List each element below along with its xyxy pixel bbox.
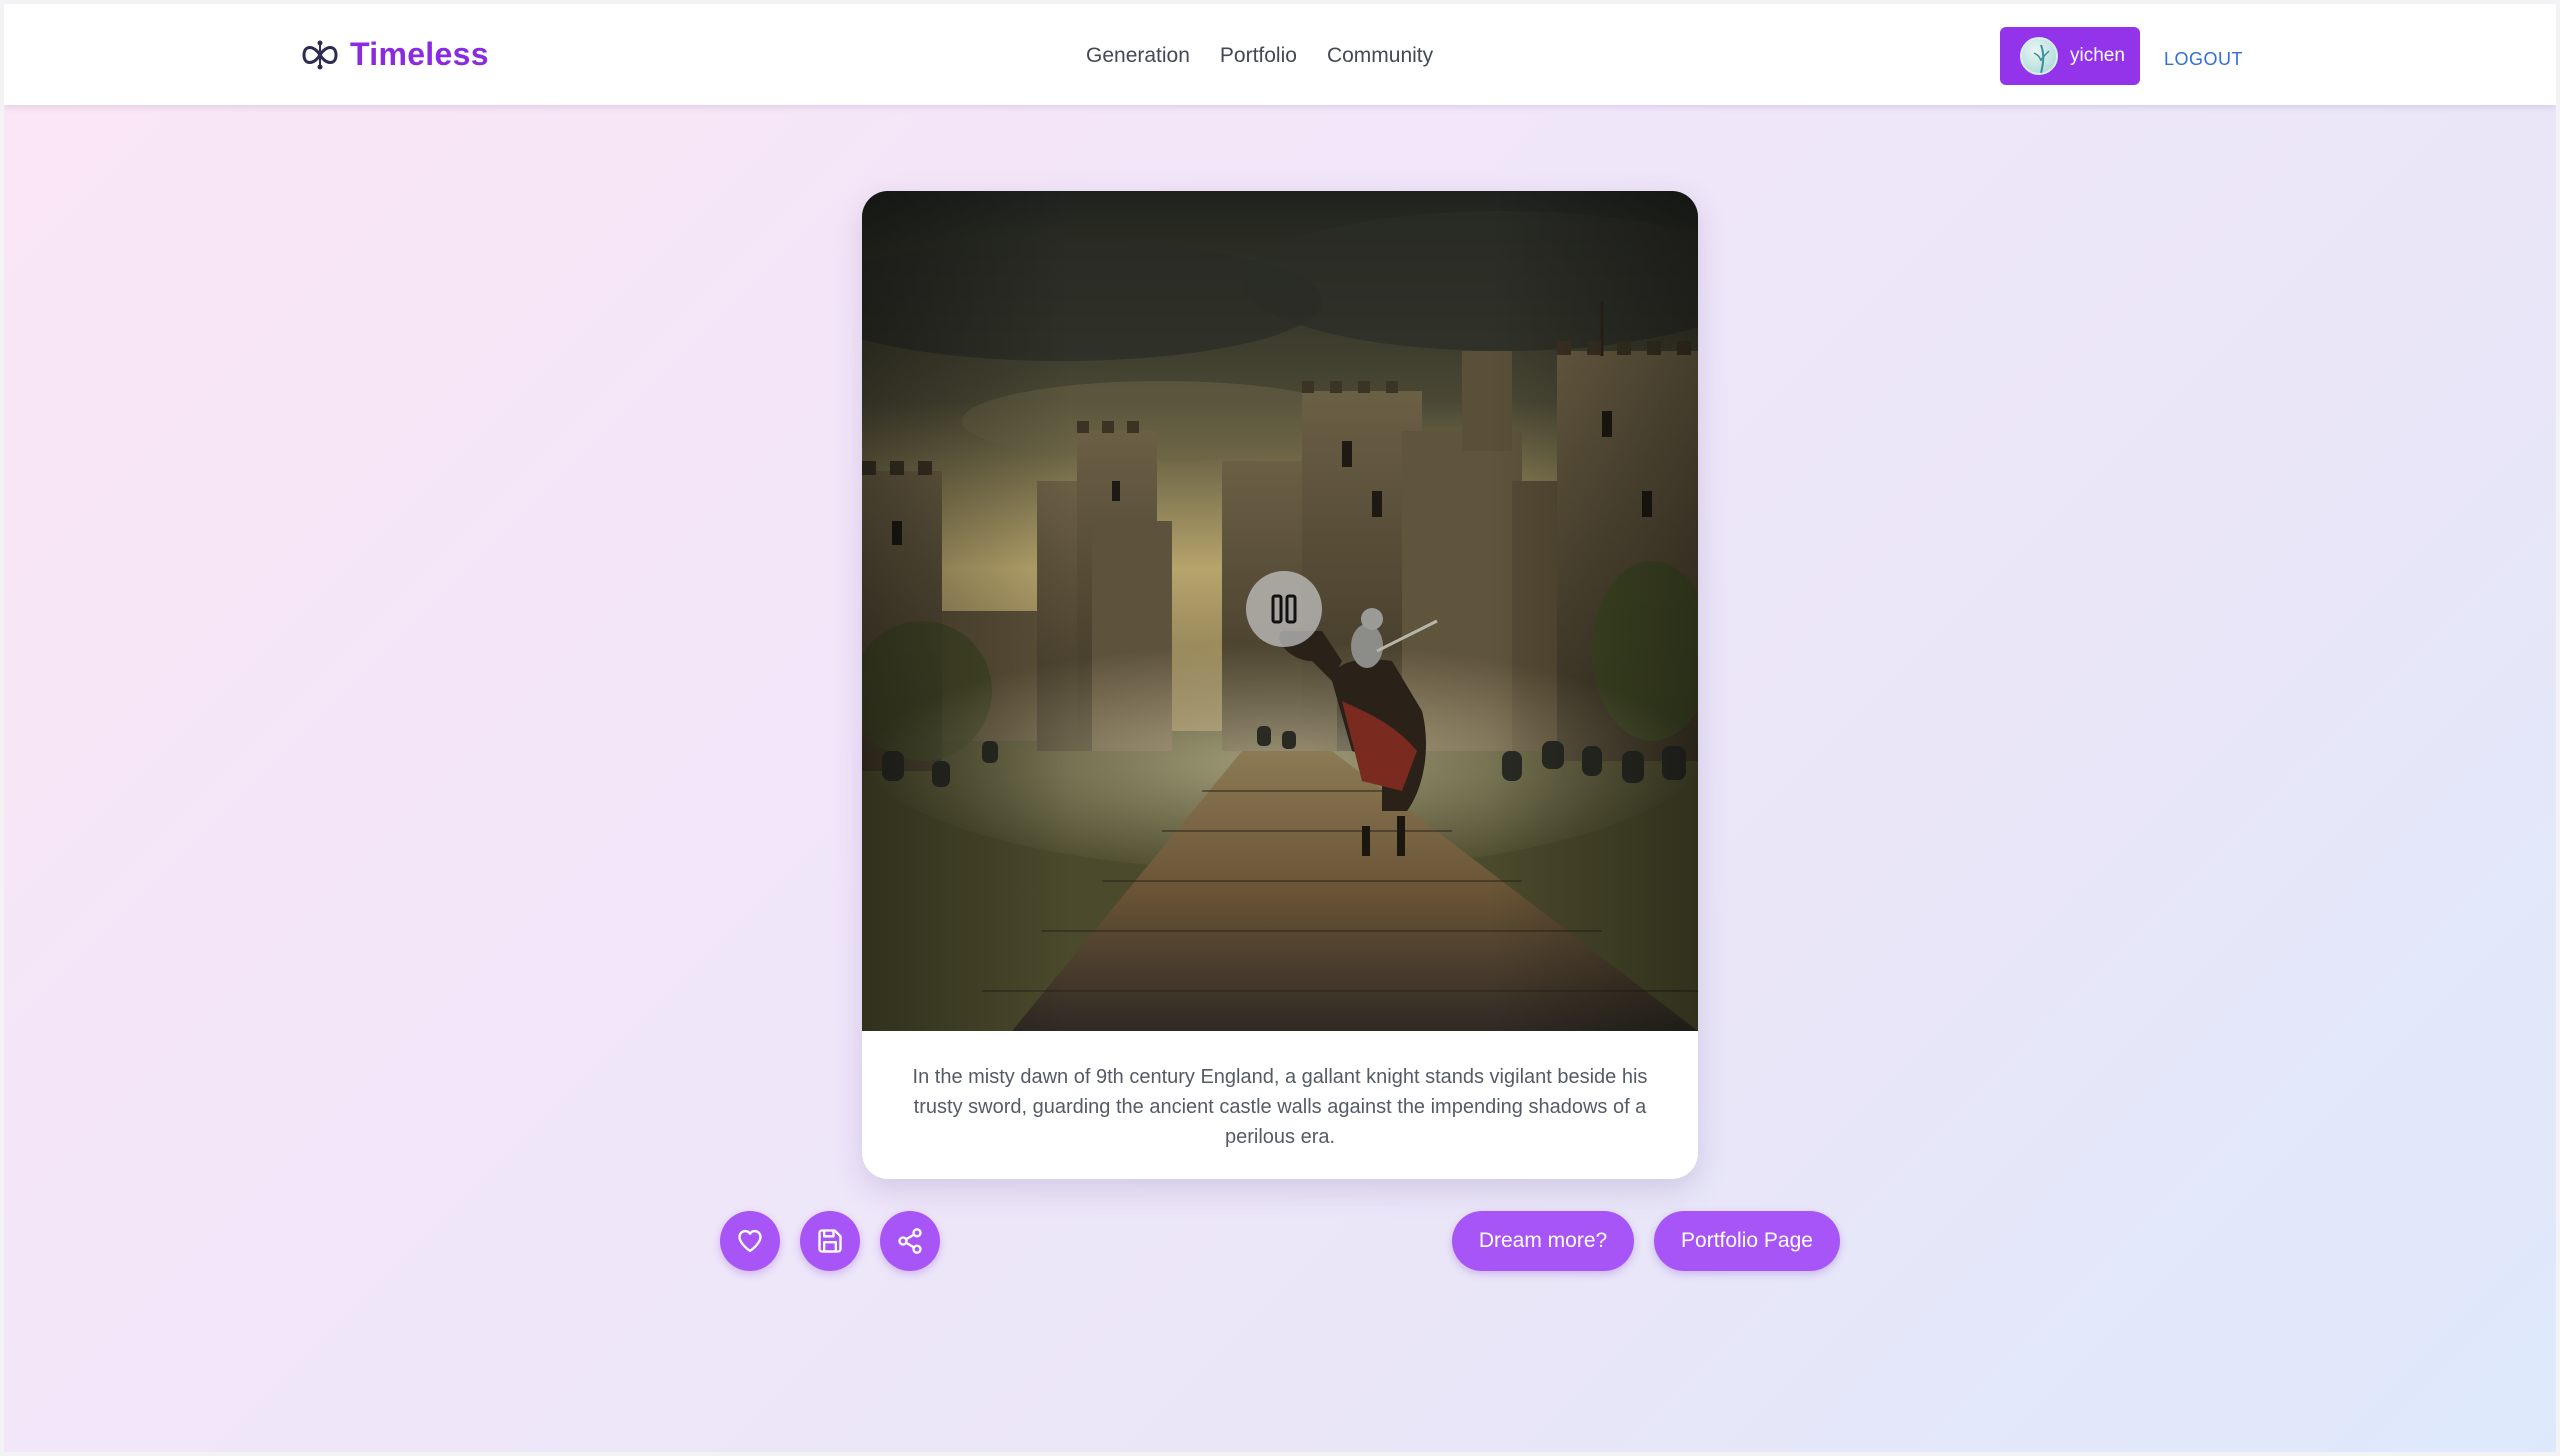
user-menu-button[interactable]: yichen: [2000, 27, 2140, 85]
pause-icon: [1271, 594, 1297, 624]
nav-portfolio[interactable]: Portfolio: [1220, 44, 1297, 68]
user-name: yichen: [2070, 45, 2125, 66]
share-icon: [898, 1228, 922, 1254]
dream-more-button[interactable]: Dream more?: [1452, 1211, 1634, 1271]
nav-generation[interactable]: Generation: [1086, 44, 1190, 68]
brand[interactable]: Timeless: [300, 36, 489, 73]
brand-name: Timeless: [350, 36, 489, 72]
heart-icon: [738, 1229, 762, 1253]
nav-community[interactable]: Community: [1327, 44, 1433, 68]
story-video[interactable]: [862, 191, 1698, 1031]
main-nav: Generation Portfolio Community: [1086, 44, 1433, 68]
app-frame: Timeless Generation Portfolio Community …: [4, 4, 2556, 1452]
pause-button[interactable]: [1246, 571, 1322, 647]
infinity-logo-icon: [302, 40, 338, 69]
story-card: In the misty dawn of 9th century England…: [862, 191, 1698, 1179]
avatar: [2020, 37, 2058, 75]
save-button[interactable]: [800, 1211, 860, 1271]
save-icon: [818, 1229, 842, 1253]
logout-link[interactable]: LOGOUT: [2164, 49, 2243, 70]
portfolio-page-button[interactable]: Portfolio Page: [1654, 1211, 1840, 1271]
story-caption: In the misty dawn of 9th century England…: [912, 1066, 1648, 1148]
like-button[interactable]: [720, 1211, 780, 1271]
share-button[interactable]: [880, 1211, 940, 1271]
top-navbar: Timeless Generation Portfolio Community …: [4, 4, 2556, 105]
